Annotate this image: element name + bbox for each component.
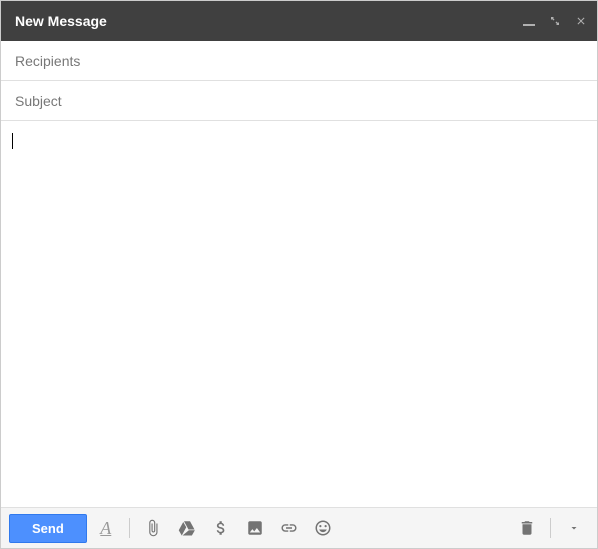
compose-header: New Message <box>1 1 597 41</box>
toolbar-divider <box>129 518 130 538</box>
drive-icon <box>178 519 196 537</box>
window-controls <box>523 15 587 27</box>
formatting-button[interactable]: A <box>91 513 121 543</box>
drive-button[interactable] <box>172 513 202 543</box>
subject-input[interactable] <box>15 93 583 109</box>
close-icon <box>575 15 587 27</box>
body-area <box>1 121 597 507</box>
link-icon <box>280 519 298 537</box>
body-textarea[interactable] <box>15 133 583 495</box>
discard-draft-button[interactable] <box>512 513 542 543</box>
text-cursor <box>12 133 13 149</box>
toolbar-divider <box>550 518 551 538</box>
send-button[interactable]: Send <box>9 514 87 543</box>
expand-icon <box>549 15 561 27</box>
toolbar-right <box>512 513 589 543</box>
recipients-row <box>1 41 597 81</box>
fullscreen-button[interactable] <box>549 15 561 27</box>
dollar-icon <box>212 519 230 537</box>
trash-icon <box>518 519 536 537</box>
more-options-button[interactable] <box>559 513 589 543</box>
subject-row <box>1 81 597 121</box>
attach-file-button[interactable] <box>138 513 168 543</box>
compose-toolbar: Send A <box>1 507 597 548</box>
format-icon: A <box>100 518 111 539</box>
toolbar-left: Send A <box>9 513 338 543</box>
image-icon <box>246 519 264 537</box>
minimize-button[interactable] <box>523 16 535 26</box>
money-button[interactable] <box>206 513 236 543</box>
chevron-down-icon <box>568 522 580 534</box>
close-button[interactable] <box>575 15 587 27</box>
insert-link-button[interactable] <box>274 513 304 543</box>
minimize-icon <box>523 24 535 26</box>
recipients-input[interactable] <box>15 53 583 69</box>
insert-emoji-button[interactable] <box>308 513 338 543</box>
emoji-icon <box>314 519 332 537</box>
paperclip-icon <box>144 519 162 537</box>
insert-photo-button[interactable] <box>240 513 270 543</box>
window-title: New Message <box>15 13 107 29</box>
